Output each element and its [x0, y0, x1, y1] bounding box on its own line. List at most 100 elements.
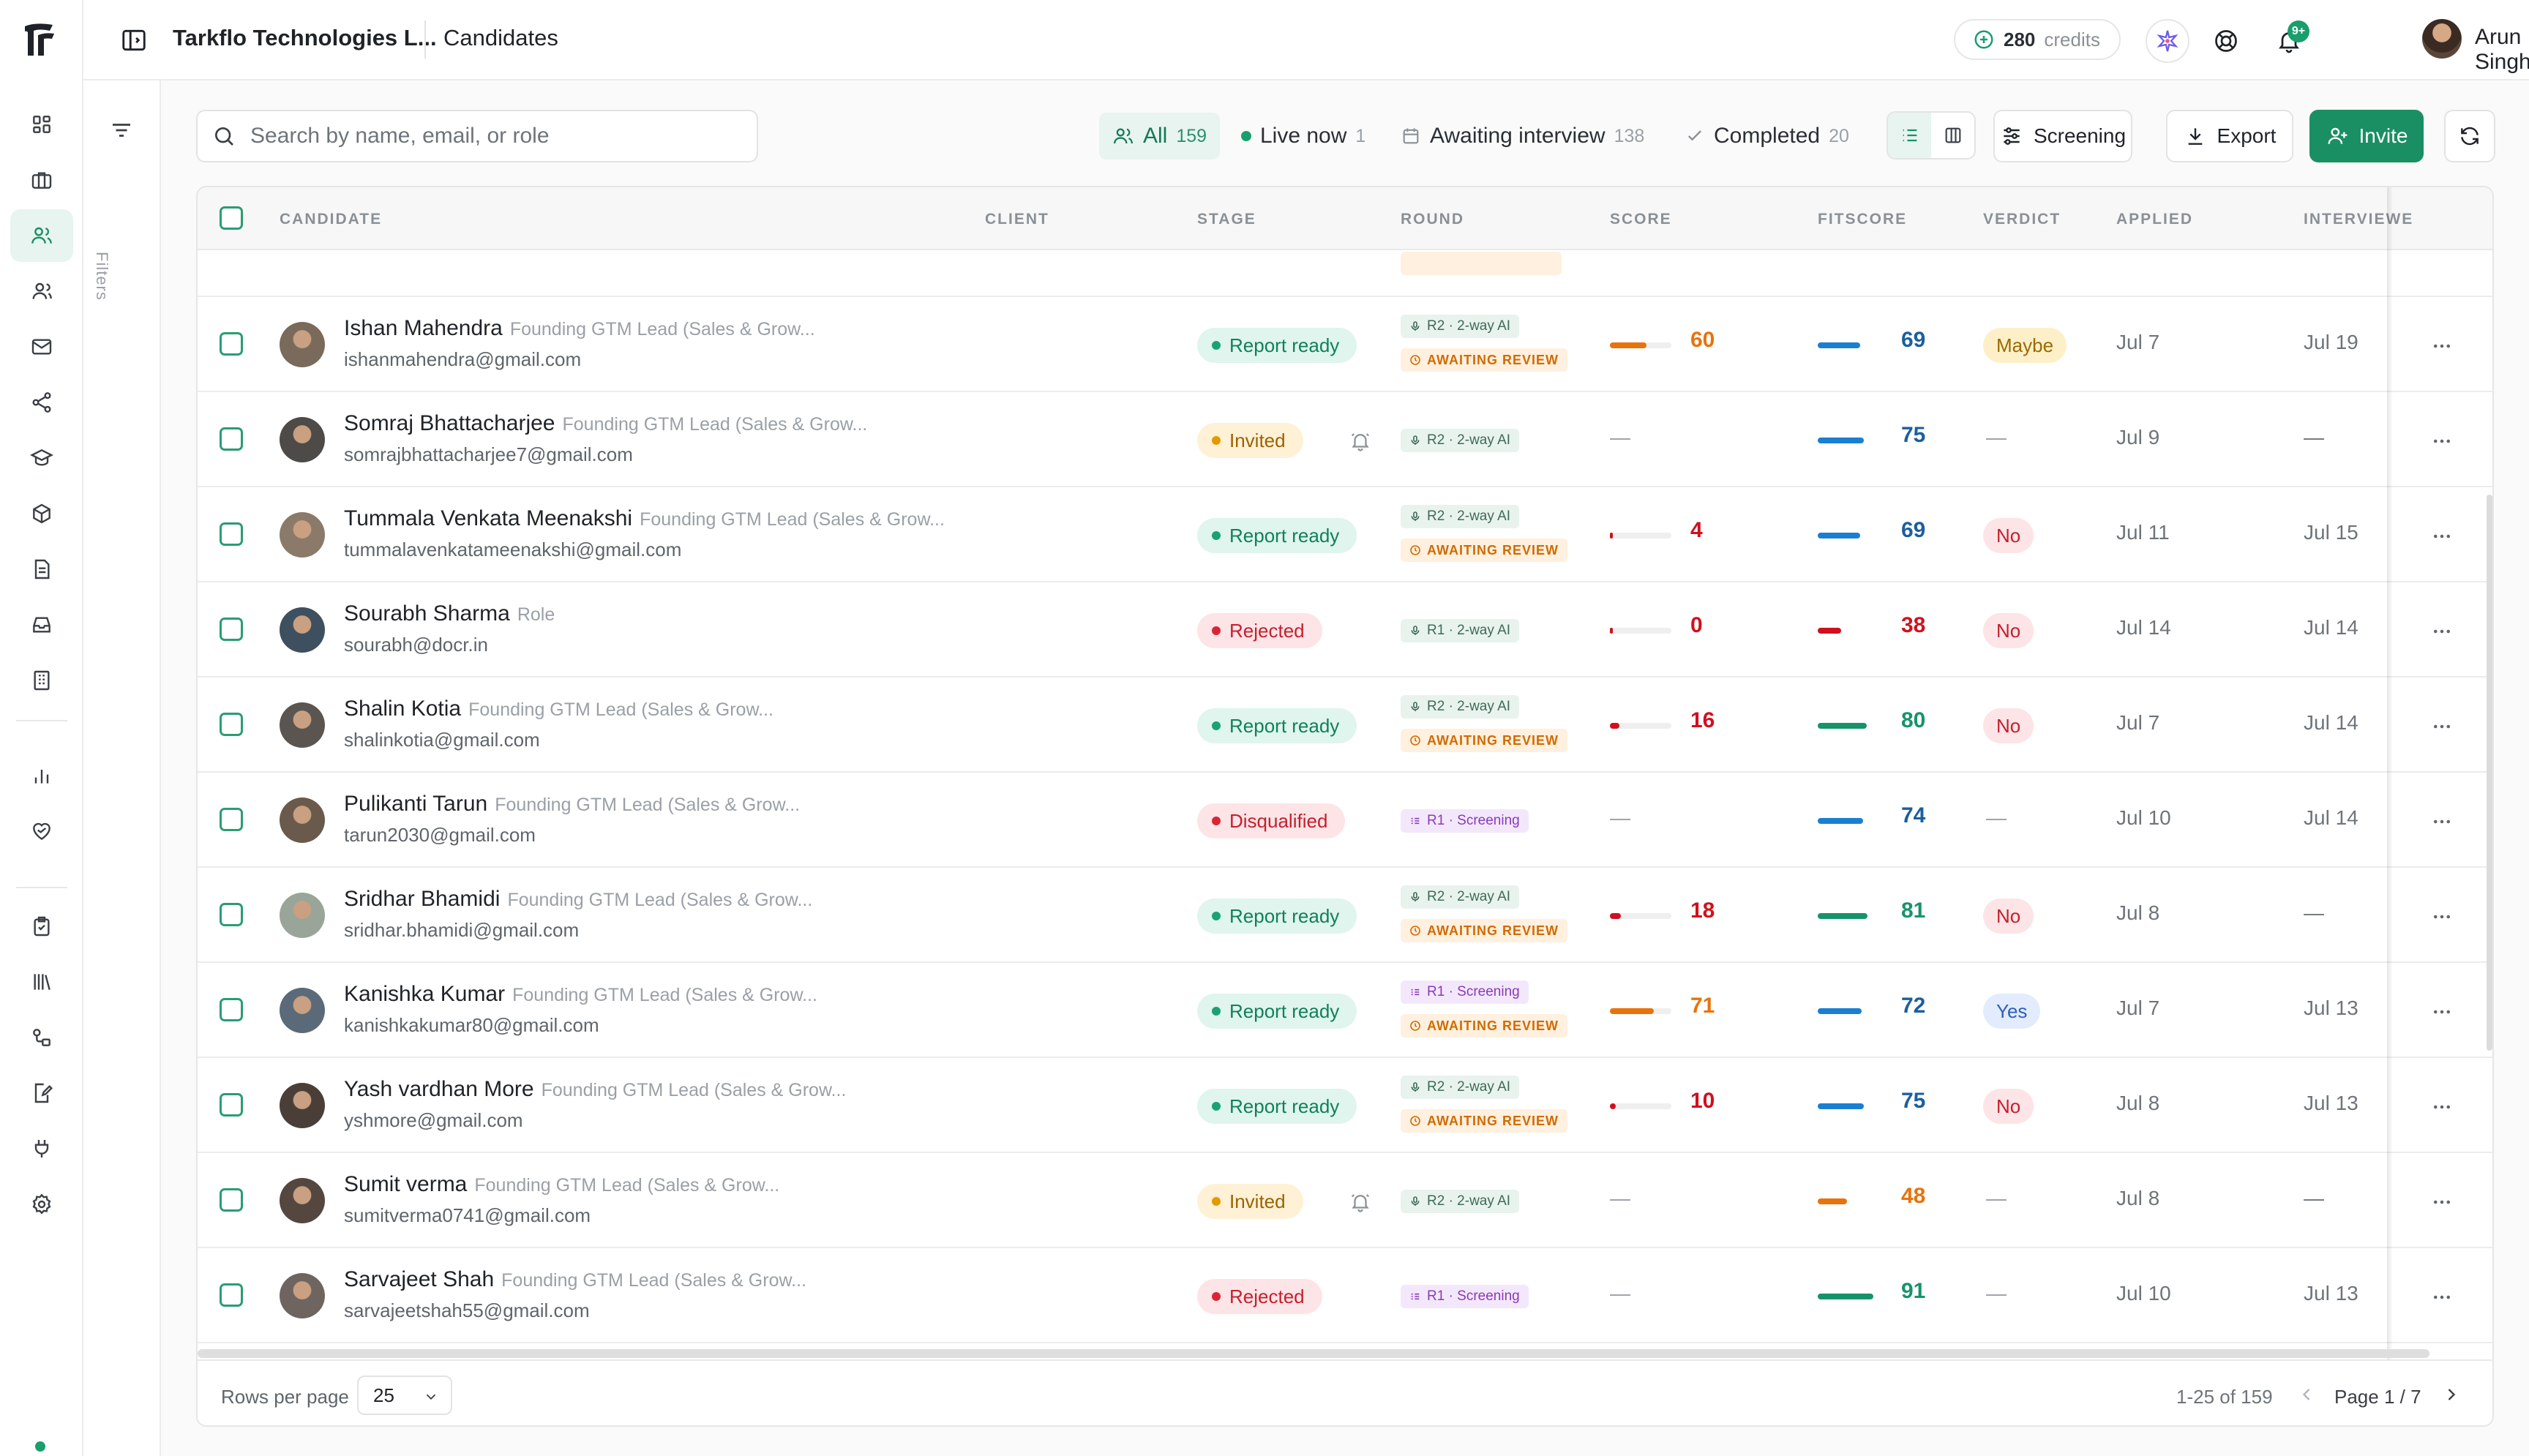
table-row[interactable]: Tummala Venkata Meenakshi Founding GTM Le…	[198, 487, 2492, 582]
rows-per-page-select[interactable]: 25	[357, 1376, 452, 1415]
candidate-name-line[interactable]: Pulikanti Tarun Founding GTM Lead (Sales …	[344, 792, 800, 817]
chevron-right-icon[interactable]	[2441, 1384, 2462, 1405]
more-actions-icon[interactable]	[2429, 716, 2454, 738]
table-row[interactable]: Somraj Bhattacharjee Founding GTM Lead (S…	[198, 392, 2492, 487]
table-row[interactable]: Sumit verma Founding GTM Lead (Sales & Gr…	[198, 1153, 2492, 1248]
segment-all[interactable]: All 159	[1099, 113, 1221, 160]
chevron-left-icon[interactable]	[2296, 1384, 2317, 1405]
row-checkbox[interactable]	[220, 522, 243, 546]
nav-team[interactable]	[10, 265, 73, 318]
nav-jobs[interactable]	[10, 154, 73, 206]
nav-analytics[interactable]	[10, 749, 73, 802]
candidate-name-line[interactable]: Shalin Kotia Founding GTM Lead (Sales & G…	[344, 697, 773, 721]
more-actions-icon[interactable]	[2429, 1001, 2454, 1023]
more-actions-icon[interactable]	[2429, 620, 2454, 642]
nav-dashboard[interactable]	[10, 98, 73, 151]
nav-favorites[interactable]	[10, 805, 73, 858]
table-row[interactable]: Sarvajeet Shah Founding GTM Lead (Sales &…	[198, 1248, 2492, 1343]
row-checkbox[interactable]	[220, 427, 243, 451]
more-actions-icon[interactable]	[2429, 1096, 2454, 1118]
row-checkbox[interactable]	[220, 332, 243, 356]
nav-share[interactable]	[10, 376, 73, 429]
col-applied[interactable]: APPLIED	[2116, 211, 2193, 228]
ai-assistant-button[interactable]	[2146, 19, 2189, 63]
org-name[interactable]: Tarkflo Technologies L...	[173, 25, 437, 51]
more-actions-icon[interactable]	[2429, 1191, 2454, 1213]
sidebar-toggle-icon[interactable]	[120, 26, 148, 54]
more-actions-icon[interactable]	[2429, 430, 2454, 452]
candidate-name-line[interactable]: Somraj Bhattacharjee Founding GTM Lead (S…	[344, 411, 867, 436]
user-avatar[interactable]	[2422, 19, 2462, 59]
nav-forms[interactable]	[10, 1067, 73, 1119]
col-score[interactable]: SCORE	[1610, 211, 1672, 228]
brand-logo[interactable]	[20, 19, 63, 61]
nav-packages[interactable]	[10, 487, 73, 540]
row-checkbox[interactable]	[220, 1283, 243, 1307]
col-round[interactable]: ROUND	[1401, 211, 1464, 228]
candidate-name[interactable]: Sumit verma	[344, 1172, 467, 1196]
search-box[interactable]	[196, 110, 758, 162]
candidate-name[interactable]: Ishan Mahendra	[344, 316, 503, 340]
candidate-name[interactable]: Sarvajeet Shah	[344, 1267, 494, 1291]
candidate-name[interactable]: Kanishka Kumar	[344, 982, 505, 1006]
list-view-button[interactable]	[1888, 113, 1931, 158]
col-candidate[interactable]: CANDIDATE	[280, 211, 382, 228]
more-actions-icon[interactable]	[2429, 335, 2454, 357]
nav-workflows[interactable]	[10, 1011, 73, 1064]
view-toggle[interactable]	[1887, 111, 1976, 160]
row-checkbox[interactable]	[220, 1188, 243, 1212]
row-checkbox[interactable]	[220, 713, 243, 736]
candidate-name-line[interactable]: Tummala Venkata Meenakshi Founding GTM Le…	[344, 506, 945, 531]
row-checkbox[interactable]	[220, 1093, 243, 1117]
nav-integrations[interactable]	[10, 1122, 73, 1175]
search-input[interactable]	[250, 124, 748, 149]
segment-awaiting-interview[interactable]: Awaiting interview 138	[1387, 113, 1657, 160]
row-checkbox[interactable]	[220, 903, 243, 926]
nav-candidates[interactable]	[10, 209, 73, 262]
remind-bell-icon[interactable]	[1349, 430, 1371, 452]
candidate-name-line[interactable]: Ishan Mahendra Founding GTM Lead (Sales &…	[344, 316, 815, 341]
candidate-name[interactable]: Somraj Bhattacharjee	[344, 411, 555, 435]
candidate-name-line[interactable]: Sarvajeet Shah Founding GTM Lead (Sales &…	[344, 1267, 806, 1292]
table-row[interactable]: Ishan Mahendra Founding GTM Lead (Sales &…	[198, 297, 2492, 392]
col-interviewed[interactable]: INTERVIEWE	[2304, 211, 2413, 228]
screening-button[interactable]: Screening	[1993, 110, 2132, 162]
more-actions-icon[interactable]	[2429, 906, 2454, 928]
candidate-name[interactable]: Tummala Venkata Meenakshi	[344, 506, 632, 530]
user-name[interactable]: Arun Singh	[2475, 25, 2529, 75]
segment-live-now[interactable]: Live now 1	[1228, 113, 1379, 160]
more-actions-icon[interactable]	[2429, 1286, 2454, 1308]
candidate-name[interactable]: Sourabh Sharma	[344, 601, 510, 626]
filter-icon[interactable]	[108, 117, 135, 143]
table-row[interactable]	[198, 250, 2492, 297]
select-all-checkbox[interactable]	[220, 206, 243, 230]
row-checkbox[interactable]	[220, 808, 243, 831]
col-verdict[interactable]: VERDICT	[1983, 211, 2061, 228]
export-button[interactable]: Export	[2166, 110, 2293, 162]
candidate-name[interactable]: Yash vardhan More	[344, 1077, 534, 1101]
nav-mail[interactable]	[10, 320, 73, 373]
candidate-name-line[interactable]: Sridhar Bhamidi Founding GTM Lead (Sales …	[344, 887, 812, 912]
credits-badge[interactable]: 280 credits	[1954, 19, 2121, 60]
candidate-name[interactable]: Pulikanti Tarun	[344, 792, 487, 816]
filter-rail[interactable]: Filters	[83, 80, 161, 1456]
candidate-name-line[interactable]: Sourabh Sharma Role	[344, 601, 555, 626]
candidate-name-line[interactable]: Sumit verma Founding GTM Lead (Sales & Gr…	[344, 1172, 779, 1197]
candidate-name-line[interactable]: Yash vardhan More Founding GTM Lead (Sale…	[344, 1077, 846, 1102]
table-row[interactable]: Sridhar Bhamidi Founding GTM Lead (Sales …	[198, 868, 2492, 963]
table-row[interactable]: Sourabh Sharma Role sourabh@docr.in Rejecte…	[198, 582, 2492, 678]
table-row[interactable]: Pulikanti Tarun Founding GTM Lead (Sales …	[198, 773, 2492, 868]
col-stage[interactable]: STAGE	[1197, 211, 1256, 228]
nav-documents[interactable]	[10, 543, 73, 596]
refresh-button[interactable]	[2444, 110, 2495, 162]
nav-inbox[interactable]	[10, 598, 73, 651]
help-button[interactable]	[2204, 19, 2248, 63]
nav-library[interactable]	[10, 956, 73, 1008]
col-fitscore[interactable]: FITSCORE	[1818, 211, 1907, 228]
nav-settings[interactable]	[10, 1178, 73, 1231]
candidate-name[interactable]: Shalin Kotia	[344, 697, 461, 721]
more-actions-icon[interactable]	[2429, 811, 2454, 833]
vertical-scrollbar[interactable]	[2487, 495, 2492, 1051]
row-checkbox[interactable]	[220, 998, 243, 1021]
col-client[interactable]: CLIENT	[985, 211, 1049, 228]
